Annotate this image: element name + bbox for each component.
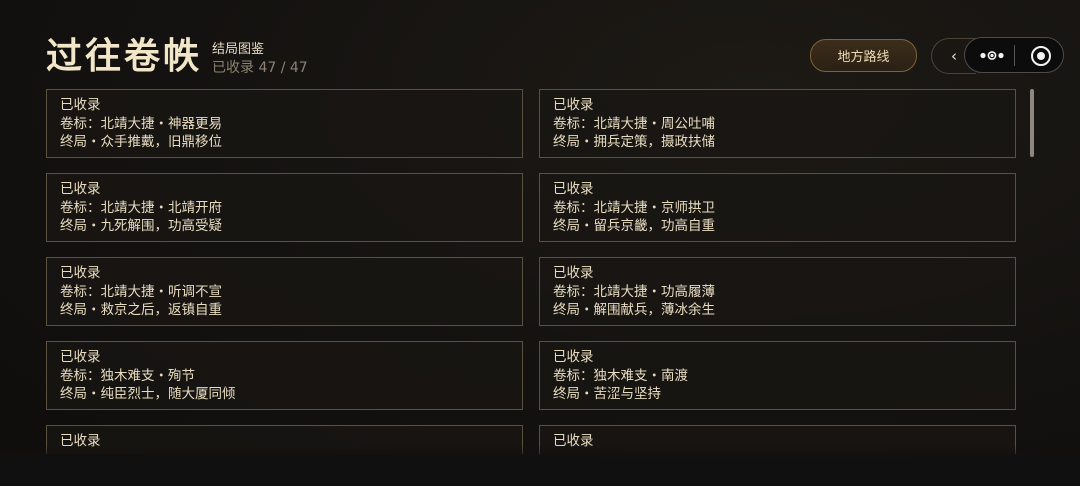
card-tag: 卷标：北靖大捷・功高履薄 xyxy=(553,283,715,300)
card-tag: 卷标：独木难支・南渡 xyxy=(553,367,688,384)
card-status: 已收录 xyxy=(60,181,101,197)
card-status: 已收录 xyxy=(553,265,594,281)
card-ending: 终局・众手推戴，旧鼎移位 xyxy=(60,134,222,150)
card-tag: 卷标：北靖大捷・周公吐哺 xyxy=(553,115,715,132)
card-status: 已收录 xyxy=(553,349,594,365)
ending-card[interactable]: 已收录 卷标：北靖大捷・功高履薄 终局・解围献兵，薄冰余生 xyxy=(539,257,1016,326)
card-ending: 终局・解围献兵，薄冰余生 xyxy=(553,302,715,318)
card-tag: 卷标：北靖大捷・京师拱卫 xyxy=(553,199,715,216)
ending-card[interactable]: 已收录 卷标：北靖大捷・周公吐哺 终局・拥兵定策，摄政扶储 xyxy=(539,89,1016,158)
card-ending: 终局・拥兵定策，摄政扶储 xyxy=(553,134,715,150)
scrollbar[interactable] xyxy=(1030,89,1034,157)
ending-card[interactable]: 已收录 卷标：独木难支・南渡 终局・苦涩与坚持 xyxy=(539,341,1016,410)
card-status: 已收录 xyxy=(553,181,594,197)
card-tag: 卷标：独木难支・殉节 xyxy=(60,367,195,384)
ending-card[interactable]: 已收录 卷标：北靖大捷・听调不宣 终局・救京之后，返镇自重 xyxy=(46,257,523,326)
card-status: 已收录 xyxy=(60,97,101,113)
card-ending: 终局・纯臣烈士，随大厦同倾 xyxy=(60,386,236,402)
ending-card[interactable]: 已收录 卷标：北靖大捷・神器更易 终局・众手推戴，旧鼎移位 xyxy=(46,89,523,158)
card-tag: 卷标：北靖大捷・神器更易 xyxy=(60,115,222,132)
ending-card[interactable]: 已收录 卷标：独木难支・殉节 终局・纯臣烈士，随大厦同倾 xyxy=(46,341,523,410)
card-status: 已收录 xyxy=(553,97,594,113)
bottom-fade xyxy=(0,445,1080,486)
ending-card[interactable]: 已收录 卷标：北靖大捷・北靖开府 终局・九死解围，功高受疑 xyxy=(46,173,523,242)
card-ending: 终局・九死解围，功高受疑 xyxy=(60,218,222,234)
card-ending: 终局・救京之后，返镇自重 xyxy=(60,302,222,318)
ending-card[interactable]: 已收录 卷标：北靖大捷・京师拱卫 终局・留兵京畿，功高自重 xyxy=(539,173,1016,242)
card-ending: 终局・苦涩与坚持 xyxy=(553,386,661,402)
card-status: 已收录 xyxy=(60,265,101,281)
card-ending: 终局・留兵京畿，功高自重 xyxy=(553,218,715,234)
card-tag: 卷标：北靖大捷・北靖开府 xyxy=(60,199,222,216)
card-tag: 卷标：北靖大捷・听调不宣 xyxy=(60,283,222,300)
ending-list[interactable]: 已收录 卷标：北靖大捷・神器更易 终局・众手推戴，旧鼎移位 已收录 卷标：北靖大… xyxy=(0,0,1080,454)
card-status: 已收录 xyxy=(60,349,101,365)
